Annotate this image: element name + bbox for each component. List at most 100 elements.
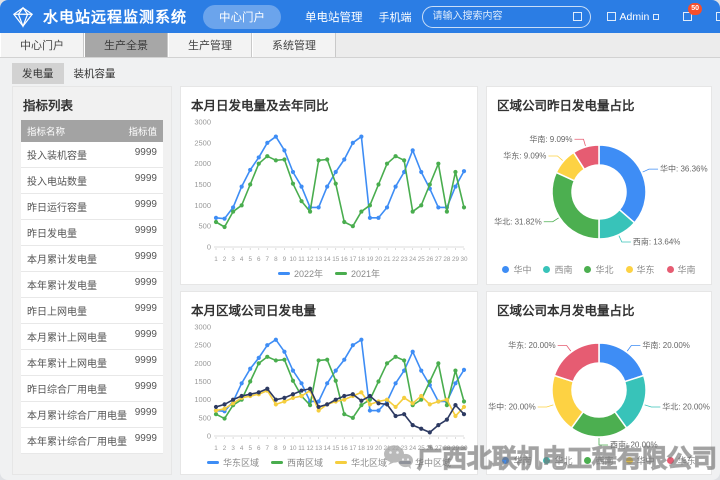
- legend-item[interactable]: 西南: [584, 454, 613, 467]
- svg-text:西南: 13.64%: 西南: 13.64%: [633, 237, 681, 247]
- legend-dot-marker: [626, 266, 633, 273]
- indicator-name: 本年累计发电量: [27, 277, 97, 292]
- line-chart-daily-generation-yoy[interactable]: 0500100015002000250030001234567891011121…: [186, 116, 472, 266]
- table-row[interactable]: 昨日运行容量9999: [21, 194, 163, 220]
- month-generation-share-card: 区域公司本月发电量占比 华南: 20.00%华北: 20.00%西南: 20.0…: [486, 291, 712, 475]
- indicator-value: 9999: [135, 355, 157, 370]
- table-row[interactable]: 本年累计综合厂用电量9999: [21, 428, 163, 454]
- search-input[interactable]: [431, 10, 567, 23]
- table-row[interactable]: 本月累计综合厂用电量9999: [21, 402, 163, 428]
- table-row[interactable]: 投入装机容量9999: [21, 142, 163, 168]
- legend-dot-marker: [584, 457, 591, 464]
- svg-text:3: 3: [231, 256, 235, 263]
- legend-item[interactable]: 华中: [502, 263, 531, 276]
- nav-item-single-station[interactable]: 单电站管理: [289, 5, 379, 29]
- svg-text:24: 24: [409, 445, 417, 452]
- table-row[interactable]: 本年累计上网电量9999: [21, 350, 163, 376]
- svg-text:16: 16: [341, 256, 349, 263]
- nav-item-center-portal[interactable]: 中心门户: [203, 5, 281, 29]
- svg-text:1500: 1500: [194, 377, 211, 386]
- top-header-bar: 水电站远程监测系统 中心门户 单电站管理 手机端 Admin 50: [0, 0, 720, 33]
- svg-text:9: 9: [283, 445, 287, 452]
- table-row[interactable]: 昨日综合厂用电量9999: [21, 376, 163, 402]
- legend-item[interactable]: 华东: [667, 454, 696, 467]
- svg-text:15: 15: [332, 256, 340, 263]
- legend-line-marker: [335, 461, 347, 464]
- legend-item[interactable]: 2022年: [278, 267, 323, 280]
- subtab-installed-capacity[interactable]: 装机容量: [64, 63, 126, 84]
- svg-text:7: 7: [266, 256, 270, 263]
- legend-dot-marker: [667, 457, 674, 464]
- svg-text:26: 26: [426, 445, 434, 452]
- tab-center-portal[interactable]: 中心门户: [0, 33, 84, 57]
- legend-item[interactable]: 华中: [626, 454, 655, 467]
- table-row[interactable]: 本月累计发电量9999: [21, 246, 163, 272]
- legend-item[interactable]: 华南: [502, 454, 531, 467]
- svg-text:6: 6: [257, 445, 261, 452]
- indicator-name: 投入电站数量: [27, 173, 87, 188]
- table-row[interactable]: 本月累计上网电量9999: [21, 324, 163, 350]
- svg-text:23: 23: [401, 445, 409, 452]
- legend-item[interactable]: 华东: [626, 263, 655, 276]
- notification-badge: 50: [688, 3, 702, 15]
- legend-item[interactable]: 西南区域: [271, 456, 323, 469]
- svg-text:23: 23: [401, 256, 409, 263]
- indicator-value: 9999: [135, 147, 157, 162]
- indicator-value: 9999: [135, 173, 157, 188]
- legend-item[interactable]: 西南: [543, 263, 572, 276]
- legend-item[interactable]: 华北: [543, 454, 572, 467]
- legend-item[interactable]: 华中区域: [399, 456, 451, 469]
- indicator-table-body: 投入装机容量9999投入电站数量9999昨日运行容量9999昨日发电量9999本…: [21, 142, 163, 454]
- table-row[interactable]: 本年累计发电量9999: [21, 272, 163, 298]
- legend-label: 2021年: [351, 267, 380, 280]
- tab-system-management[interactable]: 系统管理: [252, 33, 336, 57]
- svg-text:28: 28: [443, 256, 451, 263]
- user-menu[interactable]: Admin: [607, 11, 660, 23]
- table-row[interactable]: 昨日上网电量9999: [21, 298, 163, 324]
- notifications-button[interactable]: 50: [683, 12, 692, 21]
- legend-item[interactable]: 华南: [667, 263, 696, 276]
- svg-text:11: 11: [298, 256, 305, 263]
- svg-text:1000: 1000: [194, 395, 211, 404]
- fullscreen-icon: [716, 12, 720, 21]
- table-row[interactable]: 昨日发电量9999: [21, 220, 163, 246]
- app-window: 水电站远程监测系统 中心门户 单电站管理 手机端 Admin 50 中心门户 生: [0, 0, 720, 480]
- svg-text:14: 14: [324, 256, 332, 263]
- legend-item[interactable]: 华北: [584, 263, 613, 276]
- svg-text:21: 21: [384, 256, 392, 263]
- global-search: [422, 6, 591, 28]
- legend-dot-marker: [543, 457, 550, 464]
- svg-text:1000: 1000: [194, 201, 211, 210]
- tab-production-management[interactable]: 生产管理: [168, 33, 252, 57]
- svg-text:16: 16: [341, 445, 349, 452]
- chart-title: 区域公司昨日发电量占比: [487, 87, 711, 116]
- svg-text:10: 10: [289, 256, 297, 263]
- svg-text:500: 500: [198, 413, 211, 422]
- donut-chart-yesterday-share[interactable]: 华中: 36.36%西南: 13.64%华北: 31.82%华东: 9.09%华…: [494, 116, 704, 262]
- legend-line-marker: [207, 461, 219, 464]
- svg-text:华中: 36.36%: 华中: 36.36%: [660, 164, 708, 174]
- svg-text:华南: 9.09%: 华南: 9.09%: [529, 134, 572, 144]
- search-icon[interactable]: [573, 12, 582, 21]
- svg-text:4: 4: [240, 445, 244, 452]
- module-tab-bar: 中心门户 生产全景 生产管理 系统管理: [0, 33, 720, 58]
- svg-text:华北: 31.82%: 华北: 31.82%: [494, 216, 542, 226]
- svg-text:华东: 9.09%: 华东: 9.09%: [503, 151, 546, 161]
- table-row[interactable]: 投入电站数量 9999: [21, 168, 163, 194]
- indicator-name: 昨日上网电量: [27, 303, 87, 318]
- legend-item[interactable]: 华北区域: [335, 456, 387, 469]
- svg-text:20: 20: [375, 445, 383, 452]
- chart-legend: 华东区域西南区域华北区域华中区域: [181, 456, 477, 469]
- subtab-generation[interactable]: 发电量: [12, 63, 64, 84]
- legend-item[interactable]: 2021年: [335, 267, 380, 280]
- line-chart-regional-daily-generation[interactable]: 0500100015002000250030001234567891011121…: [186, 321, 472, 455]
- mobile-client-link[interactable]: 手机端: [379, 9, 412, 25]
- legend-item[interactable]: 华东区域: [207, 456, 259, 469]
- legend-label: 华北: [554, 454, 572, 467]
- fullscreen-button[interactable]: [716, 12, 720, 21]
- svg-text:19: 19: [366, 256, 374, 263]
- svg-text:2000: 2000: [194, 159, 211, 168]
- tab-production-panorama[interactable]: 生产全景: [84, 33, 168, 57]
- donut-chart-month-share[interactable]: 华南: 20.00%华北: 20.00%西南: 20.00%华中: 20.00%…: [494, 321, 704, 453]
- svg-text:30: 30: [460, 445, 468, 452]
